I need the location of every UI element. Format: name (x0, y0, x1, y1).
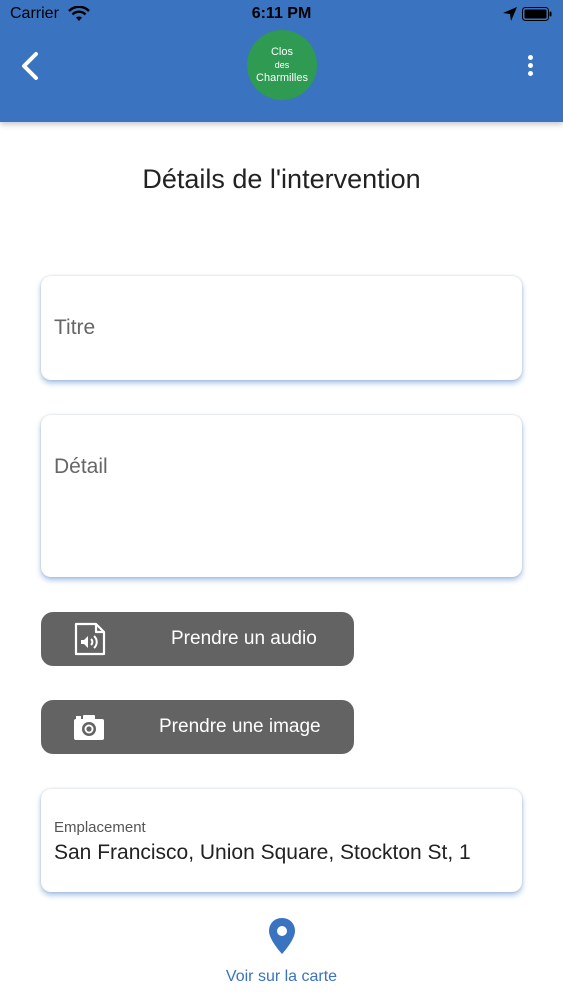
menu-dot (527, 63, 533, 68)
page-title: Détails de l'intervention (142, 164, 421, 194)
location-field-card[interactable]: Emplacement San Francisco, Union Square,… (41, 789, 522, 892)
app-header: Carrier 6:11 PM Clos des Charmilles (0, 0, 563, 122)
camera-icon (74, 715, 104, 740)
back-button[interactable] (16, 50, 44, 82)
take-image-button[interactable]: Prendre une image (41, 700, 354, 754)
status-bar: Carrier 6:11 PM (0, 0, 563, 30)
detail-textarea[interactable] (41, 415, 522, 577)
more-vertical-icon (527, 55, 533, 60)
logo-text-line1: Clos (270, 45, 293, 58)
titre-field-card (41, 276, 522, 380)
location-label: Emplacement (54, 819, 146, 836)
map-pin-icon[interactable] (267, 917, 297, 955)
location-value: San Francisco, Union Square, Stockton St… (54, 841, 471, 864)
view-on-map-link[interactable]: Voir sur la carte (0, 968, 563, 986)
battery-icon (522, 7, 552, 21)
take-audio-button[interactable]: Prendre un audio (41, 612, 354, 666)
take-image-label: Prendre une image (159, 716, 321, 737)
titre-input[interactable] (41, 276, 522, 380)
app-logo: Clos des Charmilles (247, 30, 317, 100)
take-audio-label: Prendre un audio (171, 628, 317, 649)
detail-field-card (41, 415, 522, 577)
menu-dot (527, 71, 533, 76)
logo-text-line3: Charmilles (256, 71, 308, 84)
more-menu-button[interactable] (520, 52, 540, 80)
audio-file-icon (74, 622, 106, 656)
location-arrow-icon (503, 7, 517, 21)
status-time: 6:11 PM (251, 5, 312, 22)
logo-text-line2: des (274, 59, 290, 70)
chevron-left-icon (22, 52, 38, 80)
